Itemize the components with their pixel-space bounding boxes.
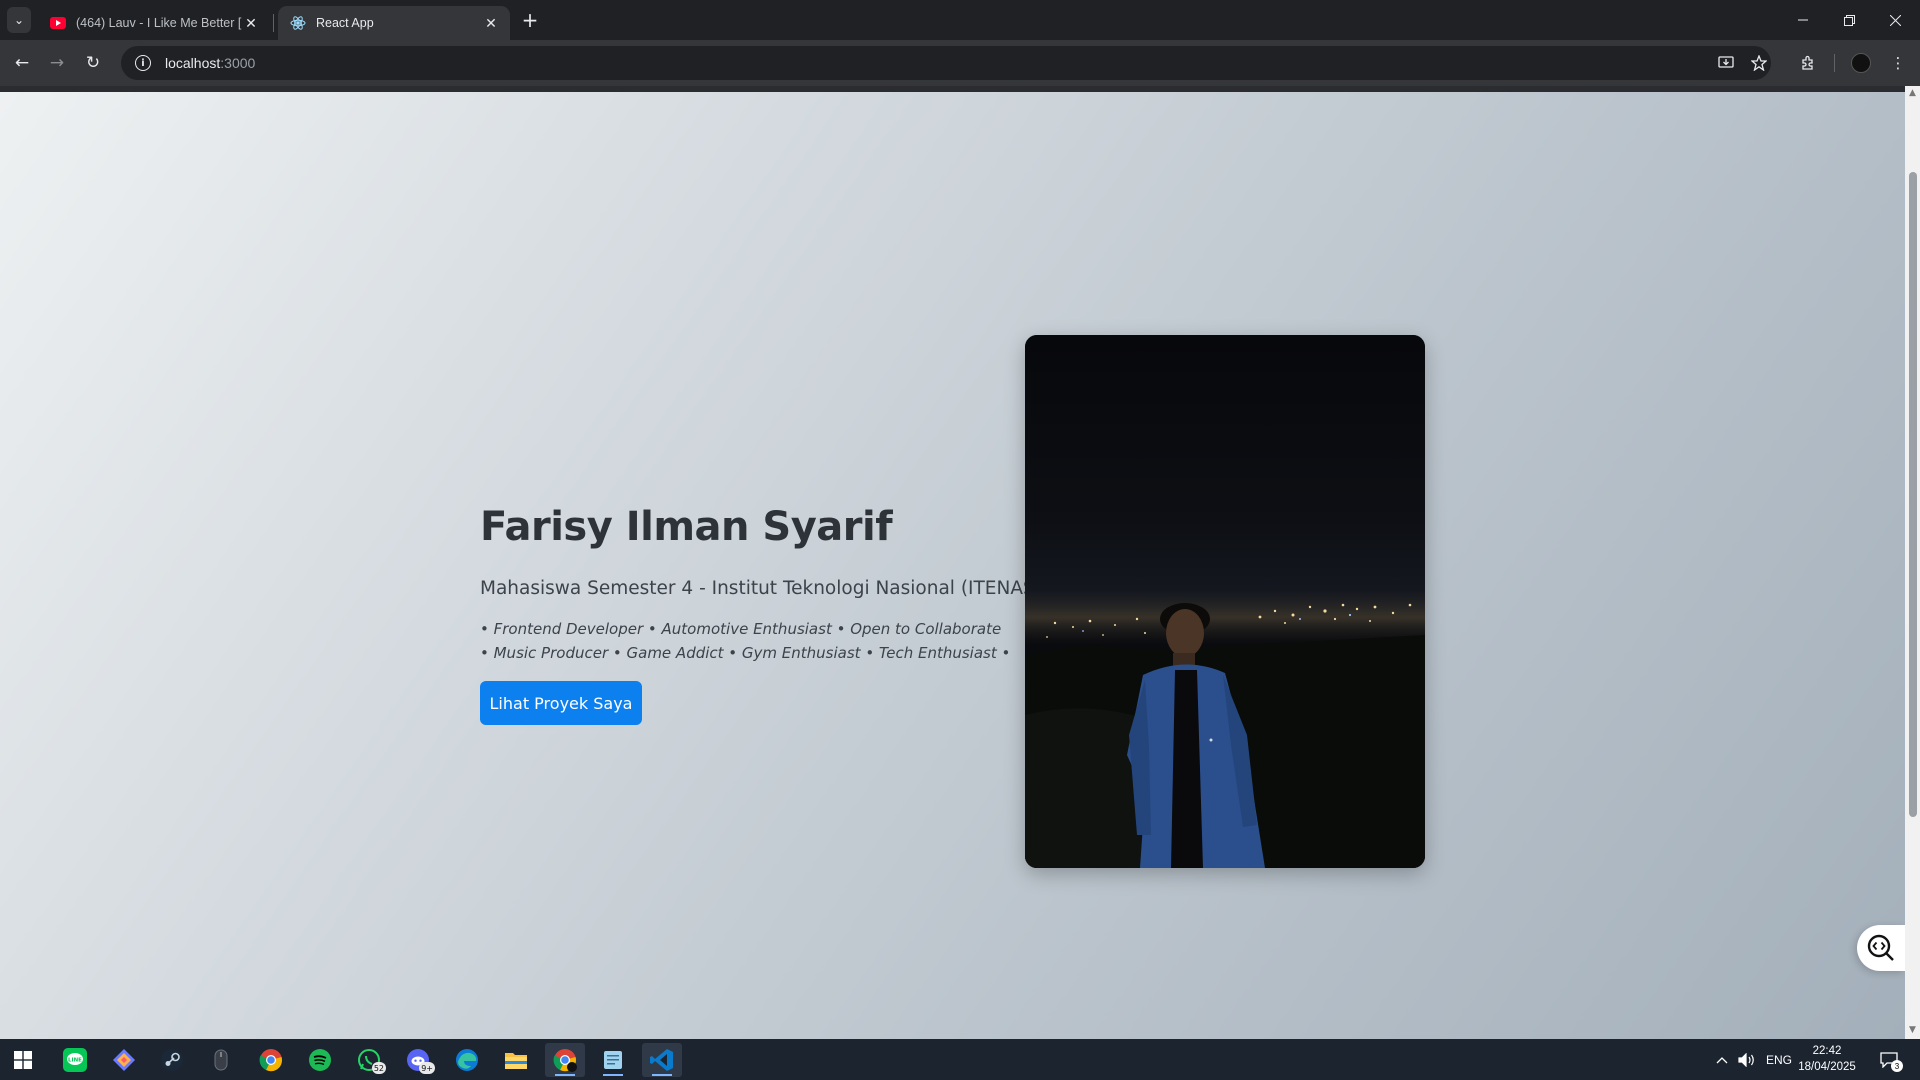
youtube-icon — [50, 15, 66, 31]
bookmark-star-icon[interactable] — [1744, 48, 1774, 78]
new-tab-button[interactable]: + — [518, 8, 542, 32]
site-info-icon[interactable]: i — [135, 55, 151, 71]
notifications-count: 3 — [1891, 1060, 1903, 1072]
hero-tags: • Frontend Developer • Automotive Enthus… — [480, 617, 1020, 665]
scrollbar-thumb[interactable] — [1909, 172, 1917, 817]
toolbar-divider — [1834, 54, 1835, 72]
app-diamond-icon[interactable] — [104, 1043, 144, 1077]
mouse-app-icon[interactable] — [201, 1043, 241, 1077]
scroll-down-arrow-icon[interactable]: ▼ — [1908, 1026, 1917, 1035]
profile-photo-image — [1025, 335, 1425, 868]
chrome-active-icon[interactable] — [545, 1043, 585, 1077]
hero-tags-line-2: • Music Producer • Game Addict • Gym Ent… — [480, 644, 1011, 662]
tab-strip: ⌄ (464) Lauv - I Like Me Better [O ✕ Rea… — [0, 0, 1920, 40]
hero-tags-line-1: • Frontend Developer • Automotive Enthus… — [480, 620, 1002, 638]
open-app-underline — [603, 1074, 623, 1076]
arrow-right-icon: → — [49, 53, 65, 73]
edge-icon[interactable] — [447, 1043, 487, 1077]
clock-date: 18/04/2025 — [1798, 1061, 1856, 1073]
vscode-icon[interactable] — [642, 1043, 682, 1077]
browser-toolbar: ← → ↻ i localhost:3000 ⋮ — [0, 40, 1920, 86]
active-app-underline — [652, 1074, 672, 1076]
tab-search-button[interactable]: ⌄ — [7, 7, 31, 33]
address-bar[interactable]: i localhost:3000 — [121, 46, 1771, 80]
reload-button[interactable]: ↻ — [78, 48, 108, 78]
discord-badge: 9+ — [419, 1062, 435, 1074]
whatsapp-icon[interactable]: 52 — [349, 1043, 389, 1077]
file-explorer-icon[interactable] — [496, 1043, 536, 1077]
browser-menu-icon[interactable]: ⋮ — [1883, 48, 1913, 78]
notifications-icon[interactable]: 3 — [1880, 1039, 1903, 1080]
windows-taskbar: LINE 52 9+ — [0, 1039, 1920, 1080]
notepad-icon[interactable] — [593, 1043, 633, 1077]
tab-react-app[interactable]: React App ✕ — [278, 6, 510, 40]
tab-title: React App — [316, 16, 374, 30]
arrow-left-icon: ← — [14, 53, 30, 73]
volume-icon[interactable] — [1738, 1039, 1756, 1080]
chrome-icon[interactable] — [251, 1043, 291, 1077]
floating-search-code-button[interactable] — [1857, 925, 1905, 971]
url-text: localhost:3000 — [165, 55, 256, 71]
line-icon[interactable]: LINE — [55, 1043, 95, 1077]
view-projects-button[interactable]: Lihat Proyek Saya — [480, 681, 642, 725]
hero-text-block: Farisy Ilman Syarif Mahasiswa Semester 4… — [480, 504, 1042, 725]
tab-title: (464) Lauv - I Like Me Better [O — [76, 16, 242, 30]
reload-icon: ↻ — [85, 53, 101, 73]
windows-start-icon[interactable] — [3, 1043, 43, 1077]
minimize-button[interactable] — [1780, 0, 1826, 40]
close-tab-icon[interactable]: ✕ — [242, 15, 260, 32]
hero-subtitle: Mahasiswa Semester 4 - Institut Teknolog… — [480, 578, 1042, 599]
page-viewport: Farisy Ilman Syarif Mahasiswa Semester 4… — [0, 92, 1905, 1039]
chevron-down-icon: ⌄ — [13, 13, 25, 27]
system-clock[interactable]: 22:42 18/04/2025 — [1792, 1043, 1862, 1075]
scroll-up-arrow-icon[interactable]: ▲ — [1908, 89, 1917, 98]
install-app-icon[interactable] — [1711, 48, 1741, 78]
whatsapp-badge: 52 — [371, 1062, 386, 1074]
steam-icon[interactable] — [152, 1043, 192, 1077]
back-button[interactable]: ← — [7, 48, 37, 78]
language-indicator[interactable]: ENG — [1766, 1039, 1792, 1080]
close-window-button[interactable] — [1872, 0, 1918, 40]
svg-text:LINE: LINE — [68, 1058, 82, 1064]
tray-overflow-icon[interactable] — [1716, 1039, 1728, 1080]
profile-avatar[interactable] — [1851, 53, 1871, 73]
page-scrollbar[interactable]: ▲ ▼ — [1905, 86, 1920, 1039]
active-app-underline — [555, 1074, 575, 1076]
discord-icon[interactable]: 9+ — [398, 1043, 438, 1077]
restore-button[interactable] — [1826, 0, 1872, 40]
hero-name: Farisy Ilman Syarif — [480, 504, 893, 550]
code-search-icon — [1867, 934, 1894, 961]
tab-separator — [273, 14, 274, 32]
tab-youtube[interactable]: (464) Lauv - I Like Me Better [O ✕ — [38, 6, 270, 40]
profile-photo — [1025, 335, 1425, 868]
extensions-icon[interactable] — [1793, 48, 1823, 78]
react-icon — [290, 15, 306, 31]
forward-button[interactable]: → — [42, 48, 72, 78]
close-tab-icon[interactable]: ✕ — [482, 15, 500, 32]
spotify-icon[interactable] — [300, 1043, 340, 1077]
clock-time: 22:42 — [1812, 1045, 1842, 1057]
